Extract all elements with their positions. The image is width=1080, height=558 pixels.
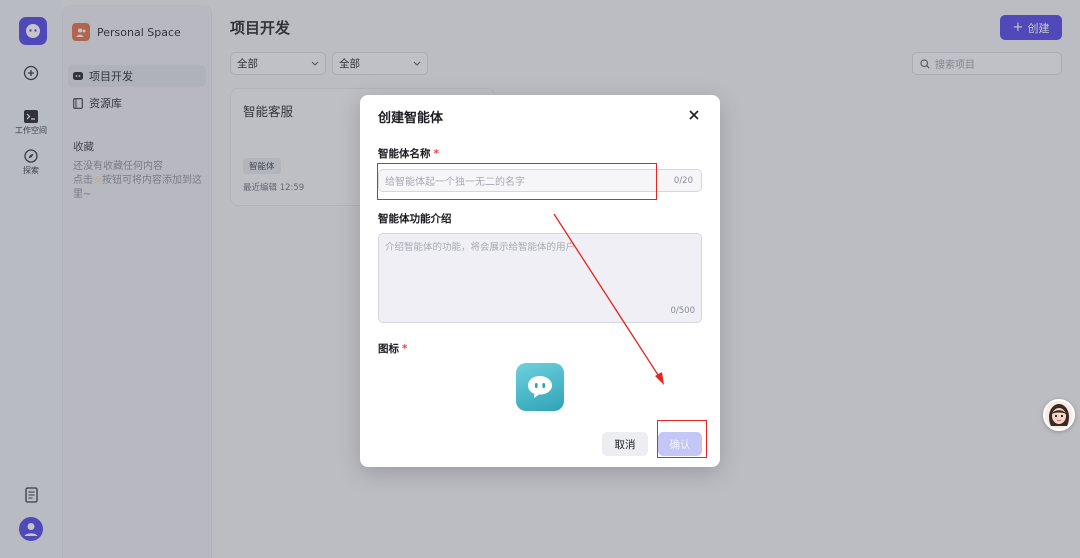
annotation-box-confirm bbox=[657, 420, 707, 458]
required-mark: * bbox=[433, 148, 440, 160]
annotation-box-name bbox=[377, 163, 657, 200]
description-label: 智能体功能介绍 bbox=[378, 213, 452, 225]
required-mark: * bbox=[402, 343, 408, 355]
create-agent-dialog: 创建智能体 智能体名称 * 给智能体起一个独一无二的名字 0/20 智能体功能介绍… bbox=[360, 95, 720, 467]
agent-description-textarea[interactable]: 介绍智能体的功能，将会展示给智能体的用户 0/500 bbox=[378, 233, 702, 323]
dialog-title: 创建智能体 bbox=[378, 111, 444, 126]
agent-icon-picker[interactable] bbox=[516, 363, 564, 411]
agent-description-placeholder: 介绍智能体的功能，将会展示给智能体的用户 bbox=[385, 242, 576, 253]
name-label: 智能体名称 * bbox=[378, 148, 440, 160]
chat-bubble-icon bbox=[528, 376, 552, 398]
assistant-avatar[interactable] bbox=[1043, 399, 1075, 431]
cancel-button[interactable]: 取消 bbox=[602, 432, 648, 456]
icon-label: 图标 * bbox=[378, 343, 408, 355]
description-char-count: 0/500 bbox=[670, 306, 696, 316]
name-char-count: 0/20 bbox=[673, 175, 693, 186]
close-icon[interactable] bbox=[686, 107, 702, 123]
